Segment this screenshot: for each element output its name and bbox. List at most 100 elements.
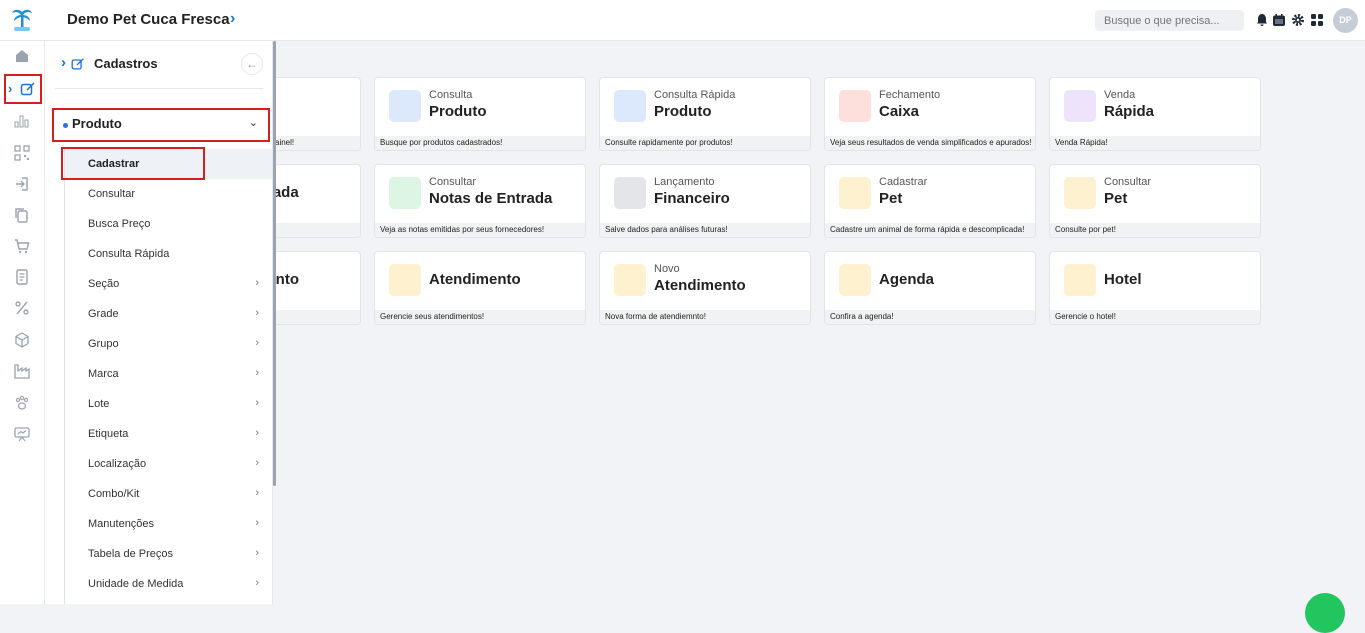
submenu-item-label: Marca (88, 368, 119, 380)
submenu-item[interactable]: Consulta Rápida (65, 239, 272, 269)
menu-group-produto[interactable]: Produto ⌄ (52, 108, 270, 142)
shortcut-card[interactable]: Venda Rápida Venda Rápida! (1049, 77, 1261, 151)
chevron-right-icon: › (255, 457, 259, 469)
chevron-right-icon: › (255, 367, 259, 379)
copy-icon[interactable] (13, 206, 31, 224)
qr-code-icon[interactable] (13, 144, 31, 162)
shortcut-card[interactable]: Cadastrar Pet Cadastre um animal de forma … (824, 164, 1036, 238)
presentation-chart-icon[interactable] (13, 425, 31, 443)
card-icon (614, 264, 646, 296)
submenu-item-label: Tabela de Preços (88, 548, 173, 560)
store-name[interactable]: Demo Pet Cuca Fresca (67, 11, 230, 28)
card-description: Salve dados para análises futuras! (600, 223, 810, 237)
submenu-item[interactable]: Grupo › (65, 329, 272, 359)
avatar[interactable]: DP (1333, 8, 1358, 33)
calendar-icon[interactable] (1272, 13, 1286, 27)
receipt-icon[interactable] (13, 268, 31, 286)
menu-group-label: Produto (72, 116, 122, 131)
cadastros-submenu: › Cadastros ← Produto ⌄ Cadastrar Consult… (45, 41, 273, 604)
shortcut-card[interactable]: Agenda Confira a agenda! (824, 251, 1036, 325)
card-subtitle: Novo (654, 263, 680, 275)
card-subtitle: Consultar (1104, 176, 1152, 188)
percent-icon[interactable] (13, 299, 31, 317)
shortcut-card[interactable]: Atendimento Gerencie seus atendimentos! (374, 251, 586, 325)
collapse-arrow-icon[interactable]: ← (241, 53, 263, 75)
card-title: Rápida (1104, 103, 1155, 120)
submenu-item-label: Consulta Rápida (88, 248, 170, 260)
apps-grid-icon[interactable] (1310, 13, 1324, 27)
chevron-right-icon: › (255, 307, 259, 319)
shortcut-card[interactable]: Consultar Notas de Entrada Veja as notas e… (374, 164, 586, 238)
bullet-dot (63, 123, 68, 128)
submenu-item[interactable]: Seção › (65, 269, 272, 299)
card-icon (1064, 90, 1096, 122)
submenu-item[interactable]: Busca Preço (65, 209, 272, 239)
factory-icon[interactable] (13, 362, 31, 380)
card-title: Pet (1104, 190, 1128, 207)
card-title: Pet (879, 190, 903, 207)
shortcut-card[interactable]: Hotel Gerencie o hotel! (1049, 251, 1261, 325)
shortcut-card[interactable]: Consultar Pet Consulte por pet! (1049, 164, 1261, 238)
submenu-item-label: Consultar (88, 188, 136, 200)
home-icon[interactable] (13, 47, 31, 65)
submenu-item-label: Lote (88, 398, 110, 410)
shortcut-card[interactable]: Consulta Produto Busque por produtos cadas… (374, 77, 586, 151)
paw-icon[interactable] (13, 394, 31, 412)
submenu-item[interactable]: Grade › (65, 299, 272, 329)
submenu-item-label: Manutenções (88, 518, 155, 530)
submenu-item[interactable]: Combo/Kit › (65, 479, 272, 509)
scrollbar[interactable] (273, 41, 276, 486)
chevron-right-icon: › (255, 337, 259, 349)
chevron-right-icon: › (255, 277, 259, 289)
card-subtitle: Consulta Rápida (654, 89, 736, 101)
card-title: Atendimento (429, 271, 521, 288)
card-description: Gerencie seus atendimentos! (375, 310, 585, 324)
edit-square-icon[interactable] (19, 80, 37, 98)
submenu-item[interactable]: Localização › (65, 449, 272, 479)
bell-icon[interactable] (1255, 13, 1269, 27)
shortcut-card[interactable]: Lançamento Financeiro Salve dados para aná… (599, 164, 811, 238)
chevron-right-icon[interactable]: › (230, 10, 235, 28)
whatsapp-button[interactable] (1305, 593, 1345, 633)
shortcut-card[interactable]: Consulta Rápida Produto Consulte rapidamen… (599, 77, 811, 151)
chevron-right-icon[interactable]: › (8, 81, 12, 96)
card-subtitle: Cadastrar (879, 176, 928, 188)
submenu-item[interactable]: Lote › (65, 389, 272, 419)
box-icon[interactable] (13, 331, 31, 349)
submenu-title: Cadastros (94, 56, 158, 71)
card-description: Veja as notas emitidas por seus forneced… (375, 223, 585, 237)
chevron-right-icon: › (255, 487, 259, 499)
submenu-item[interactable]: Tabela de Preços › (65, 539, 272, 569)
icon-rail: › (0, 41, 45, 604)
submenu-item-label: Busca Preço (88, 218, 151, 230)
login-icon[interactable] (13, 175, 31, 193)
gear-icon[interactable] (1291, 13, 1305, 27)
shortcut-card[interactable]: Novo Atendimento Nova forma de atendiemnto… (599, 251, 811, 325)
card-description: Venda Rápida! (1050, 136, 1260, 150)
active-item-highlight (61, 147, 205, 180)
submenu-item[interactable]: Etiqueta › (65, 419, 272, 449)
edit-square-icon (71, 58, 84, 70)
logo-icon[interactable] (8, 6, 36, 34)
shortcut-card[interactable]: Fechamento Caixa Veja seus resultados de v… (824, 77, 1036, 151)
chevron-right-icon: › (255, 397, 259, 409)
card-icon (839, 264, 871, 296)
submenu-item-label: Unidade de Medida (88, 578, 184, 590)
bar-chart-icon[interactable] (13, 112, 31, 130)
divider (55, 88, 263, 89)
card-title: Produto (429, 103, 487, 120)
card-subtitle: Venda (1104, 89, 1136, 101)
submenu-item[interactable]: Manutenções › (65, 509, 272, 539)
card-icon (389, 90, 421, 122)
submenu-item[interactable]: Marca › (65, 359, 272, 389)
submenu-item-label: Localização (88, 458, 147, 470)
search-input[interactable] (1095, 10, 1244, 31)
cart-icon[interactable] (13, 237, 31, 255)
submenu-item[interactable]: Consultar (65, 179, 272, 209)
submenu-item[interactable]: Unidade de Medida › (65, 569, 272, 599)
submenu-item-label: Grade (88, 308, 119, 320)
chevron-right-icon[interactable]: › (61, 54, 66, 71)
card-title: Hotel (1104, 271, 1142, 288)
card-icon (614, 177, 646, 209)
chevron-right-icon: › (255, 427, 259, 439)
